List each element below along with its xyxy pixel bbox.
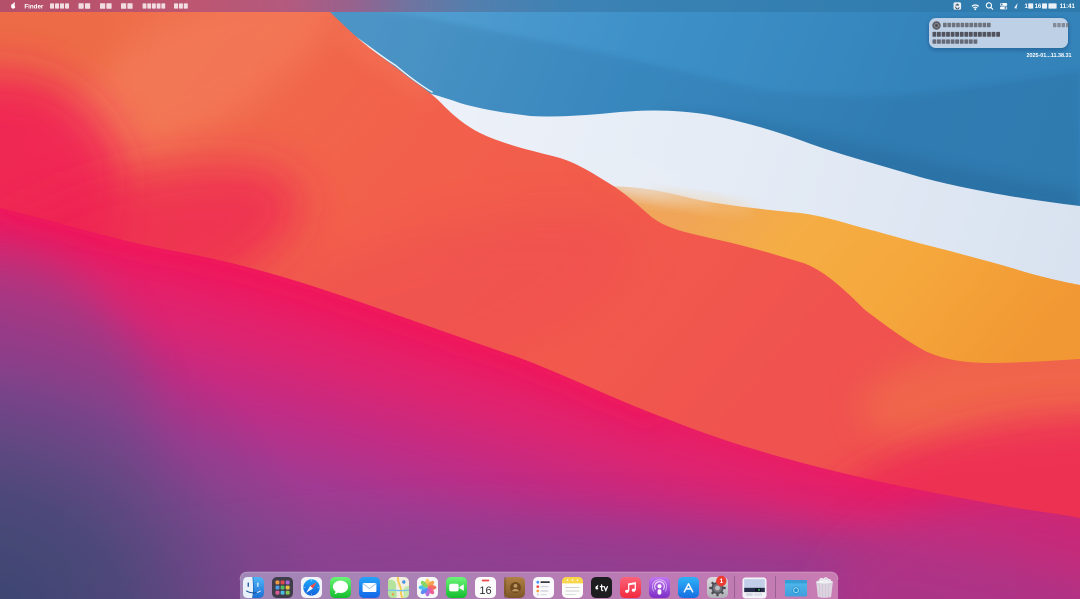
svg-text:16: 16 bbox=[479, 585, 491, 597]
svg-text:1: 1 bbox=[719, 578, 723, 585]
svg-text:16: 16 bbox=[1035, 4, 1042, 10]
svg-text:2025-01...11.38.31: 2025-01...11.38.31 bbox=[1027, 53, 1072, 59]
svg-text:11:41: 11:41 bbox=[1060, 4, 1076, 10]
svg-text:Finder: Finder bbox=[24, 3, 43, 10]
